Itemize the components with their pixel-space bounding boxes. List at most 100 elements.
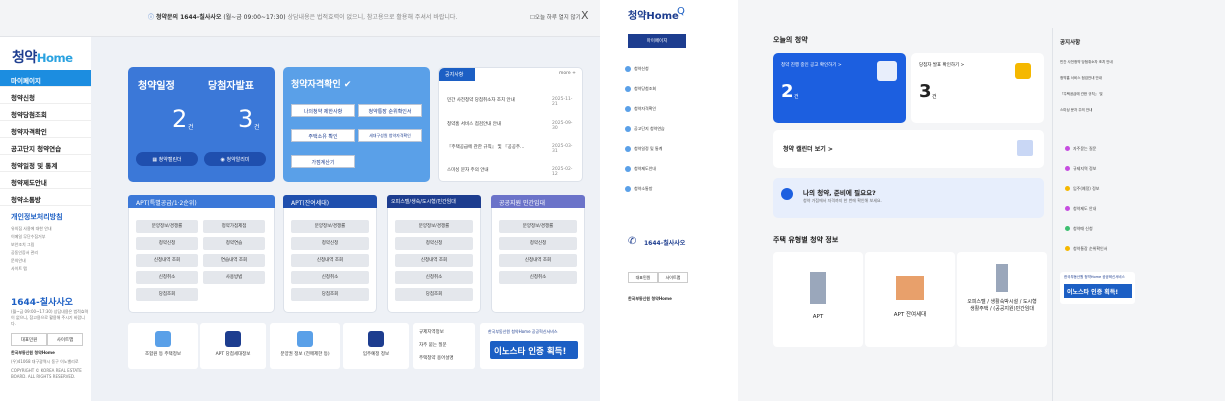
- notice-tab[interactable]: 공지사항: [439, 68, 475, 81]
- main-contact-button[interactable]: 대표민원: [11, 333, 47, 346]
- notice-row[interactable]: 『주택공급에 관한 규칙』 및: [1060, 92, 1136, 97]
- ongoing-card[interactable]: 청약 진행 중인 공고 확인하기 > 2 건: [773, 53, 906, 123]
- p3-banner[interactable]: 한국부동산원 청약Home 공공혁신서비스 이노스타 인증 획득!: [1060, 272, 1135, 304]
- apt-btn-info[interactable]: 분양정보/경쟁률: [136, 220, 198, 233]
- close-icon[interactable]: X: [581, 9, 589, 22]
- apt-btn-history[interactable]: 신청내역 조회: [136, 254, 198, 267]
- off-btn-history[interactable]: 신청내역 조회: [395, 254, 473, 267]
- apt-btn-howto[interactable]: 사용방법: [203, 271, 265, 284]
- calendar-button[interactable]: ▦ 청약캘린더: [136, 152, 198, 166]
- apt-btn-result[interactable]: 당첨조회: [136, 288, 198, 301]
- off-btn-apply[interactable]: 청약신청: [395, 237, 473, 250]
- restriction-button[interactable]: 나의청약 제한사항: [291, 104, 355, 117]
- mobile-mypage-button[interactable]: 마이페이지: [628, 34, 686, 48]
- sidebar-small-1[interactable]: 이메일 무단수집거부: [11, 233, 45, 241]
- calendar-card[interactable]: 청약 캘린더 보기 >: [773, 130, 1044, 168]
- notice-row[interactable]: 『주택공급에 관한 규칙』 및 『공공주… 2025-03-31: [447, 144, 577, 154]
- rem-btn-result[interactable]: 당첨조회: [291, 288, 369, 301]
- notice-more-link[interactable]: more +: [559, 71, 576, 76]
- right-link-regulated[interactable]: 규제지역 정보: [1065, 166, 1096, 172]
- sidebar-item-qualify[interactable]: 청약자격확인: [0, 121, 91, 138]
- mobile-menu-item[interactable]: 청약자격확인: [625, 106, 656, 112]
- alarm-button[interactable]: ◉ 청약알리미: [204, 152, 266, 166]
- right-link-guide[interactable]: 청약제도 안내: [1065, 206, 1096, 212]
- category-officetel-title[interactable]: 오피스텔/생숙/도시형/민간임대: [387, 195, 481, 208]
- ready-card[interactable]: 나의 청약, 준비에 필요요? 청약 가점에서 자격까지 한 번에 확인해 보세…: [773, 178, 1044, 218]
- mobile-menu-item[interactable]: 청약제도안내: [625, 166, 656, 172]
- schedule-count[interactable]: 2: [172, 105, 187, 133]
- sidebar-item-mypage[interactable]: 마이페이지: [0, 70, 91, 87]
- rem-btn-cancel[interactable]: 신청취소: [291, 271, 369, 284]
- innostar-banner[interactable]: 한국부동산원 청약Home 공공혁신서비스 이노스타 인증 획득!: [480, 323, 584, 369]
- quick-winner-info[interactable]: APT 당첨세대정보: [200, 323, 266, 369]
- rem-btn-history[interactable]: 신청내역 조회: [291, 254, 369, 267]
- mobile-sitemap-button[interactable]: 사이트맵: [658, 272, 688, 283]
- rank-certificate-button[interactable]: 청약통장 순위확인서: [358, 104, 422, 117]
- quick-resale-info[interactable]: 분양권 정보 (전매제한 등): [270, 323, 340, 369]
- logo[interactable]: 청약Home: [12, 47, 73, 67]
- sidebar-small-2[interactable]: 보안조치 그림: [11, 241, 34, 249]
- notice-row[interactable]: 청약홈 서비스 점검안내 안내: [1060, 76, 1136, 81]
- mobile-menu-item[interactable]: 공고단지 청약연습: [625, 126, 665, 132]
- sidebar-small-3[interactable]: 공동인증서 관리: [11, 249, 38, 257]
- apt-btn-practice-history[interactable]: 연습내역 조회: [203, 254, 265, 267]
- type-remaining-card[interactable]: APT 잔여세대: [865, 252, 955, 347]
- rem-btn-apply[interactable]: 청약신청: [291, 237, 369, 250]
- right-link-apply[interactable]: 청약때 신청: [1065, 226, 1093, 232]
- right-link-movein[interactable]: 입주(예정) 정보: [1065, 186, 1099, 192]
- notice-row[interactable]: 민간 사전청약 당첨취소자 조치 안내: [1060, 60, 1136, 65]
- apt-btn-practice[interactable]: 청약연습: [203, 237, 265, 250]
- link-faq[interactable]: 자주 묻는 질문: [419, 342, 475, 348]
- sidebar-item-schedule[interactable]: 청약일정 및 통계: [0, 155, 91, 172]
- sidebar-item-board[interactable]: 청약소통방: [0, 189, 91, 206]
- category-remaining-title[interactable]: APT(잔여세대): [283, 195, 377, 208]
- winner-card[interactable]: 당첨자 발표 확인하기 > 3 건: [911, 53, 1044, 123]
- sidebar-item-guide[interactable]: 청약제도안내: [0, 172, 91, 189]
- notice-row[interactable]: 민간 사전청약 당첨취소자 조치 안내 2025-11-21: [447, 97, 577, 107]
- sidebar-small-4[interactable]: 문의안내: [11, 257, 26, 265]
- mobile-menu-item[interactable]: 청약소통방: [625, 186, 652, 192]
- apt-btn-cancel[interactable]: 신청취소: [136, 271, 198, 284]
- hide-today-checkbox[interactable]: ☐오늘 하루 열지 않기: [530, 13, 581, 21]
- quick-member-info[interactable]: 조합원 등 주택정보: [128, 323, 198, 369]
- quick-movein-info[interactable]: 입주예정 정보: [343, 323, 409, 369]
- rent-btn-history[interactable]: 신청내역 조회: [499, 254, 577, 267]
- search-icon[interactable]: Q: [677, 6, 685, 17]
- type-officetel-card[interactable]: 오피스텔 / 생활숙박시설 / 도시형생활주택 / (공공지원)민간임대: [957, 252, 1047, 347]
- sidebar-item-practice[interactable]: 공고단지 청약연습: [0, 138, 91, 155]
- notice-row[interactable]: 스미싱 문자 주의 안내: [1060, 108, 1136, 113]
- household-button[interactable]: 세대구성원 청약자격확인: [358, 129, 422, 142]
- rent-btn-apply[interactable]: 청약신청: [499, 237, 577, 250]
- right-link-rank[interactable]: 청약통장 순위확인서: [1065, 246, 1107, 252]
- ownership-button[interactable]: 주택소유 확인: [291, 129, 355, 142]
- sidebar-small-5[interactable]: 사이트 맵: [11, 265, 27, 273]
- rent-btn-info[interactable]: 분양정보/경쟁률: [499, 220, 577, 233]
- sidebar-small-0[interactable]: 유의집 사용에 대한 안내: [11, 225, 52, 233]
- winner-count[interactable]: 3: [238, 105, 253, 133]
- sidebar-item-result[interactable]: 청약당첨조회: [0, 104, 91, 121]
- link-glossary[interactable]: 주택청약 용어설명: [419, 355, 475, 361]
- mobile-menu-item[interactable]: 청약당첨조회: [625, 86, 656, 92]
- off-btn-info[interactable]: 분양정보/경쟁률: [395, 220, 473, 233]
- mobile-menu-item[interactable]: 청약일정 및 통계: [625, 146, 662, 152]
- score-calculator-button[interactable]: 가점계산기: [291, 155, 355, 168]
- right-link-faq[interactable]: 자주묻는 질문: [1065, 146, 1096, 152]
- link-regulated-area[interactable]: 규제지역정보: [419, 329, 475, 335]
- privacy-link[interactable]: 개인정보처리방침: [11, 212, 63, 222]
- mobile-logo[interactable]: 청약Home: [628, 7, 679, 22]
- apt-btn-apply[interactable]: 청약신청: [136, 237, 198, 250]
- mobile-menu-item[interactable]: 청약신청: [625, 66, 649, 72]
- rem-btn-info[interactable]: 분양정보/경쟁률: [291, 220, 369, 233]
- off-btn-result[interactable]: 당첨조회: [395, 288, 473, 301]
- sitemap-button[interactable]: 사이트맵: [47, 333, 83, 346]
- category-rental-title[interactable]: 공공지원 민간임대: [491, 195, 585, 208]
- rent-btn-cancel[interactable]: 신청취소: [499, 271, 577, 284]
- apt-btn-score[interactable]: 청약가점제점: [203, 220, 265, 233]
- mobile-contact-button[interactable]: 대표민원: [628, 272, 658, 283]
- category-apt-title[interactable]: APT(특별공급/1·2순위): [128, 195, 275, 208]
- notice-row[interactable]: 스미싱 문자 주의 안내 2025-02-12: [447, 167, 577, 177]
- off-btn-cancel[interactable]: 신청취소: [395, 271, 473, 284]
- type-apt-card[interactable]: APT: [773, 252, 863, 347]
- sidebar-item-apply[interactable]: 청약신청: [0, 87, 91, 104]
- notice-row[interactable]: 청약홈 서비스 점검안내 안내 2025-09-30: [447, 121, 577, 131]
